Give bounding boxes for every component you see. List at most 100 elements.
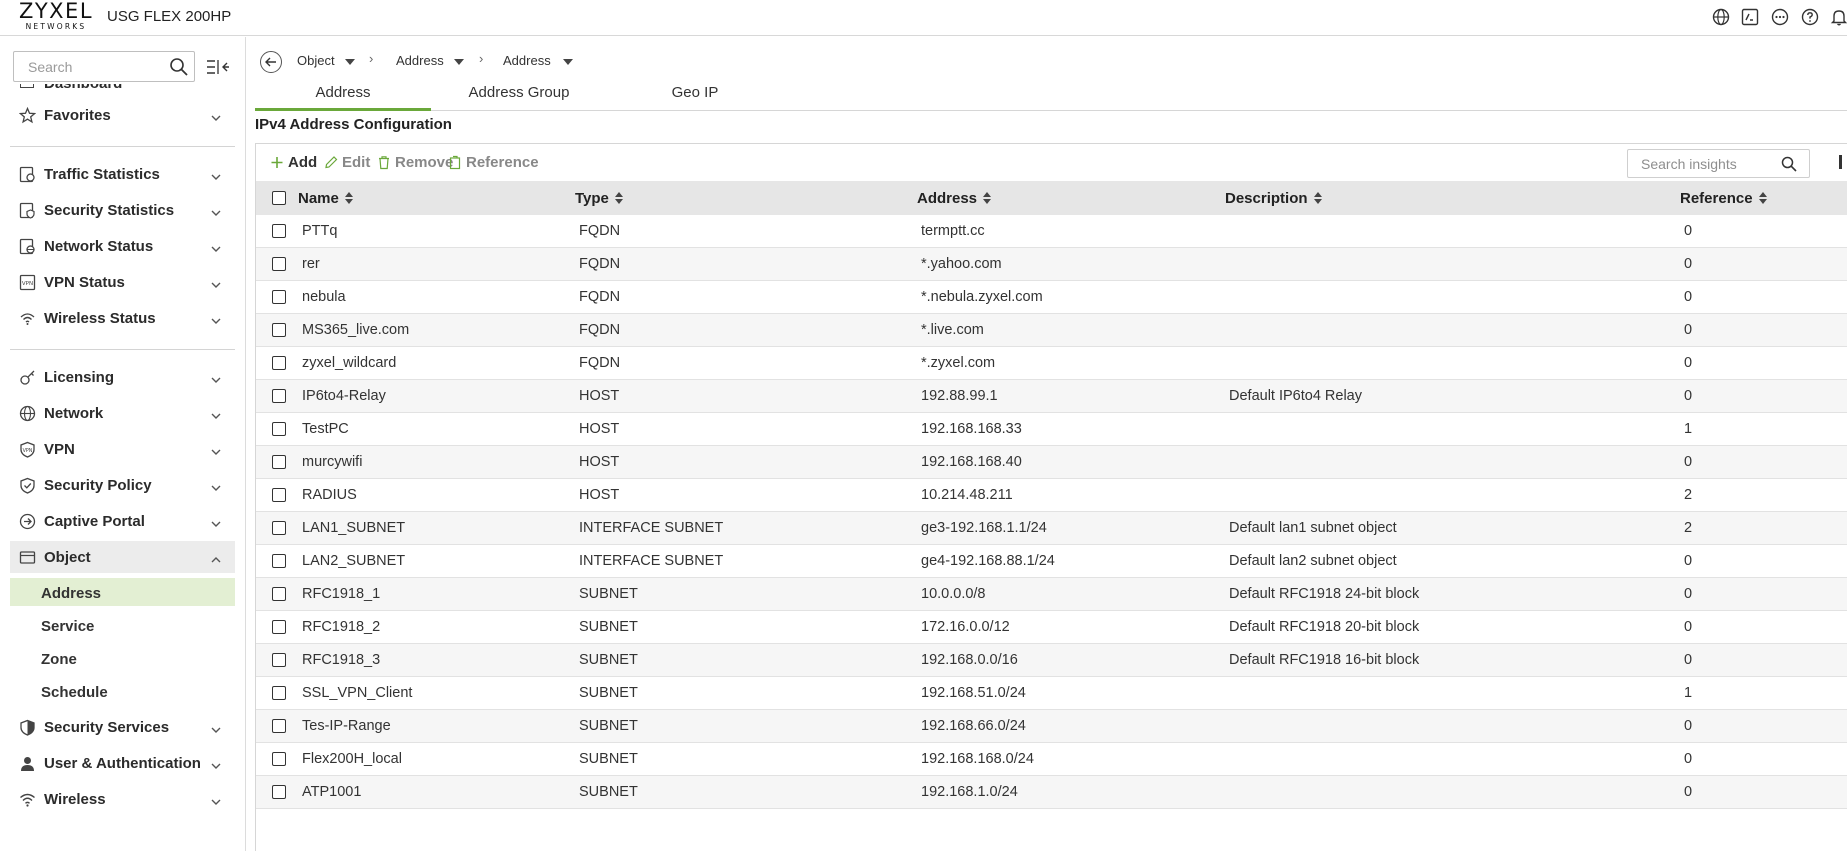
table-row[interactable]: LAN1_SUBNET INTERFACE SUBNET ge3-192.168.1… [256, 512, 1847, 545]
row-checkbox[interactable] [272, 323, 286, 337]
row-checkbox[interactable] [272, 290, 286, 304]
cell-type: FQDN [579, 322, 621, 338]
sidebar-item-favorites[interactable]: Favorites [10, 99, 235, 131]
zyxel-logo[interactable]: ZYXEL NETWORKS [18, 1, 94, 32]
table-row[interactable]: RFC1918_1 SUBNET 10.0.0.0/8 Default RFC1918… [256, 578, 1847, 611]
row-checkbox[interactable] [272, 752, 286, 766]
table-row[interactable]: PTTq FQDN termptt.cc 0 [256, 215, 1847, 248]
cell-name: LAN1_SUBNET [302, 520, 406, 536]
column-header-reference[interactable]: Reference [1680, 190, 1767, 207]
table-row[interactable]: TestPC HOST 192.168.168.33 1 [256, 413, 1847, 446]
cell-description: Default RFC1918 24-bit block [1229, 586, 1420, 602]
help-icon[interactable] [1799, 6, 1821, 28]
row-checkbox[interactable] [272, 488, 286, 502]
caret-down-icon[interactable] [345, 59, 355, 65]
table-row[interactable]: murcywifi HOST 192.168.168.40 0 [256, 446, 1847, 479]
row-checkbox[interactable] [272, 422, 286, 436]
breadcrumb-separator-icon: › [479, 51, 484, 66]
row-checkbox[interactable] [272, 521, 286, 535]
sidebar-item-vpn[interactable]: VPN VPN [10, 433, 235, 465]
cell-address: 192.168.51.0/24 [921, 685, 1026, 701]
tab-geo-ip[interactable]: Geo IP [607, 77, 783, 111]
sidebar-subitem-zone[interactable]: Zone [10, 644, 235, 672]
sidebar-item-dashboard[interactable]: Dashboard [10, 84, 235, 96]
tab-address[interactable]: Address [255, 77, 431, 111]
column-header-description[interactable]: Description [1225, 190, 1322, 207]
table-row[interactable]: RADIUS HOST 10.214.48.211 2 [256, 479, 1847, 512]
sidebar-item-network-status[interactable]: Network Status [10, 230, 235, 262]
sidebar-item-security-services[interactable]: Security Services [10, 711, 235, 743]
column-settings-icon[interactable] [1839, 155, 1842, 169]
console-icon[interactable] [1739, 6, 1761, 28]
table-row[interactable]: Tes-IP-Range SUBNET 192.168.66.0/24 0 [256, 710, 1847, 743]
table-row[interactable]: rer FQDN *.yahoo.com 0 [256, 248, 1847, 281]
cell-type: SUBNET [579, 751, 638, 767]
table-row[interactable]: SSL_VPN_Client SUBNET 192.168.51.0/24 1 [256, 677, 1847, 710]
sidebar-item-object[interactable]: Object [10, 541, 235, 573]
caret-down-icon[interactable] [563, 59, 573, 65]
column-header-type[interactable]: Type [575, 190, 623, 207]
sidebar-item-security-statistics[interactable]: Security Statistics [10, 194, 235, 226]
row-checkbox[interactable] [272, 455, 286, 469]
row-checkbox[interactable] [272, 257, 286, 271]
sidebar-subitem-address[interactable]: Address [10, 578, 235, 606]
chevron-down-icon [210, 169, 222, 180]
row-checkbox[interactable] [272, 224, 286, 238]
language-globe-icon[interactable] [1710, 6, 1732, 28]
row-checkbox[interactable] [272, 653, 286, 667]
row-checkbox[interactable] [272, 686, 286, 700]
user-icon [19, 755, 36, 772]
table-row[interactable]: MS365_live.com FQDN *.live.com 0 [256, 314, 1847, 347]
sidebar-item-wireless[interactable]: Wireless [10, 783, 235, 815]
main-content: Object › Address › Address Address Addre… [247, 37, 1847, 851]
column-header-name[interactable]: Name [298, 190, 353, 207]
sidebar-item-label: Network Status [44, 238, 154, 255]
search-icon[interactable] [1781, 156, 1797, 172]
traffic-statistics-icon [19, 166, 36, 183]
sidebar-item-label: Licensing [44, 369, 115, 386]
cell-type: HOST [579, 421, 620, 437]
table-row[interactable]: RFC1918_2 SUBNET 172.16.0.0/12 Default RFC1… [256, 611, 1847, 644]
caret-down-icon[interactable] [454, 59, 464, 65]
breadcrumb-object[interactable]: Object [297, 53, 335, 68]
table-row[interactable]: IP6to4-Relay HOST 192.88.99.1 Default IP6to… [256, 380, 1847, 413]
sidebar-item-licensing[interactable]: Licensing [10, 361, 235, 393]
tab-address-group[interactable]: Address Group [431, 77, 607, 111]
table-row[interactable]: nebula FQDN *.nebula.zyxel.com 0 [256, 281, 1847, 314]
cell-reference: 0 [1684, 355, 1693, 371]
table-row[interactable]: zyxel_wildcard FQDN *.zyxel.com 0 [256, 347, 1847, 380]
sidebar-item-traffic-statistics[interactable]: Traffic Statistics [10, 158, 235, 190]
collapse-sidebar-icon[interactable] [206, 58, 230, 76]
row-checkbox[interactable] [272, 785, 286, 799]
notification-bell-icon[interactable] [1828, 6, 1847, 28]
sidebar-item-security-policy[interactable]: Security Policy [10, 469, 235, 501]
select-all-checkbox[interactable] [272, 191, 286, 205]
search-insights-input[interactable] [1628, 150, 1778, 177]
back-arrow-icon[interactable] [260, 51, 282, 73]
sidebar-item-network[interactable]: Network [10, 397, 235, 429]
sidebar-subitem-service[interactable]: Service [10, 611, 235, 639]
table-row[interactable]: Flex200H_local SUBNET 192.168.168.0/24 0 [256, 743, 1847, 776]
table-row[interactable]: RFC1918_3 SUBNET 192.168.0.0/16 Default RFC… [256, 644, 1847, 677]
sidebar-search-input[interactable] [14, 52, 164, 81]
search-icon[interactable] [169, 57, 189, 77]
sidebar-item-user-authentication[interactable]: User & Authentication [10, 747, 235, 779]
row-checkbox[interactable] [272, 554, 286, 568]
column-header-address[interactable]: Address [917, 190, 992, 207]
row-checkbox[interactable] [272, 719, 286, 733]
pencil-icon [324, 155, 338, 170]
row-checkbox[interactable] [272, 389, 286, 403]
breadcrumb-address[interactable]: Address [396, 53, 444, 68]
sidebar-subitem-schedule[interactable]: Schedule [10, 677, 235, 705]
sidebar-item-wireless-status[interactable]: Wireless Status [10, 302, 235, 334]
more-options-icon[interactable] [1769, 6, 1791, 28]
sidebar-item-captive-portal[interactable]: Captive Portal [10, 505, 235, 537]
sidebar-item-vpn-status[interactable]: VPN VPN Status [10, 266, 235, 298]
table-row[interactable]: ATP1001 SUBNET 192.168.1.0/24 0 [256, 776, 1847, 809]
cell-name: LAN2_SUBNET [302, 553, 406, 569]
row-checkbox[interactable] [272, 620, 286, 634]
row-checkbox[interactable] [272, 587, 286, 601]
breadcrumb-address-current[interactable]: Address [503, 53, 551, 68]
row-checkbox[interactable] [272, 356, 286, 370]
table-row[interactable]: LAN2_SUBNET INTERFACE SUBNET ge4-192.168.8… [256, 545, 1847, 578]
